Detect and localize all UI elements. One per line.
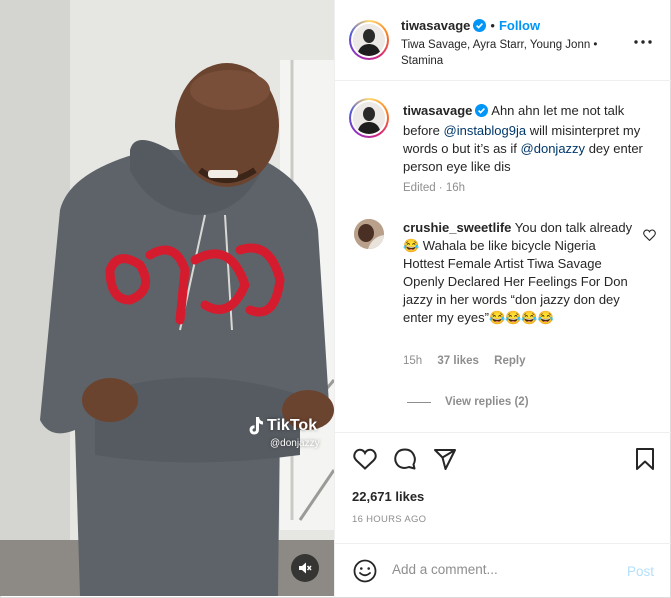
video-frame (0, 0, 334, 596)
post-actions (335, 440, 671, 480)
caption-username[interactable]: tiwasavage (403, 103, 472, 118)
caption-edited-time: Edited · 16h (403, 182, 466, 194)
like-button[interactable] (352, 446, 378, 472)
post-timestamp[interactable]: 16 HOURS AGO (352, 514, 426, 525)
comment-like-button[interactable] (643, 228, 656, 246)
section-divider (335, 432, 671, 433)
comment-body: You don talk already😂 Wahala be like bic… (403, 220, 633, 325)
tiktok-logo-icon (249, 417, 263, 435)
comment-time: 15h (403, 355, 423, 367)
author-avatar[interactable] (349, 20, 389, 60)
view-replies-row[interactable]: View replies (2) (407, 396, 529, 408)
author-username[interactable]: tiwasavage (401, 18, 470, 33)
post-comment-button[interactable]: Post (627, 564, 654, 579)
share-button[interactable] (432, 446, 458, 472)
more-options-button[interactable] (631, 30, 655, 54)
tiktok-watermark: TikTok @donjazzy (246, 416, 320, 449)
verified-badge-icon (475, 104, 489, 122)
replies-divider-line (407, 401, 431, 403)
follow-button[interactable]: Follow (499, 18, 540, 33)
mention-link[interactable]: @instablog9ja (444, 123, 527, 138)
verified-badge-icon (473, 19, 487, 37)
bookmark-icon (636, 448, 654, 470)
view-replies-button[interactable]: View replies (2) (445, 396, 529, 408)
save-button[interactable] (632, 446, 658, 472)
speaker-muted-icon (299, 562, 312, 574)
tiktok-brand-text: TikTok (267, 417, 318, 434)
likes-count[interactable]: 22,671 likes (352, 489, 424, 504)
post-details-panel: tiwasavage • Follow Tiwa Savage, Ayra Star… (334, 0, 671, 597)
mute-button[interactable] (291, 554, 319, 582)
header-separator: • (490, 18, 495, 33)
post-video[interactable]: TikTok @donjazzy (0, 0, 334, 596)
caption-avatar[interactable] (349, 98, 389, 138)
reply-button[interactable]: Reply (494, 355, 525, 367)
audio-line[interactable]: Tiwa Savage, Ayra Starr, Young Jonn • St… (401, 37, 601, 69)
comment-meta: 15h 37 likes Reply (403, 355, 526, 367)
mention-link[interactable]: @donjazzy (521, 141, 586, 156)
avatar-image (353, 102, 385, 134)
comment-icon (394, 448, 416, 470)
share-icon (434, 449, 456, 470)
heart-icon (353, 448, 377, 470)
comments-list[interactable]: tiwasavage Ahn ahn let me not talk befor… (335, 82, 671, 430)
avatar-image (354, 219, 384, 249)
add-comment-bar: Post (335, 543, 671, 597)
post-header: tiwasavage • Follow Tiwa Savage, Ayra Star… (335, 0, 671, 81)
emoji-icon (353, 559, 377, 583)
commenter-avatar[interactable] (354, 219, 384, 249)
commenter-username[interactable]: crushie_sweetlife (403, 220, 511, 235)
comment-text: crushie_sweetlife You don talk already😂 … (403, 219, 639, 327)
comment-input[interactable] (392, 562, 612, 577)
comment-button[interactable] (392, 446, 418, 472)
more-options-icon (634, 40, 652, 44)
header-title-row: tiwasavage • Follow (401, 17, 540, 37)
avatar-image (353, 24, 385, 56)
comment-likes-count[interactable]: 37 likes (437, 355, 479, 367)
caption-text: tiwasavage Ahn ahn let me not talk befor… (403, 102, 651, 176)
heart-icon (643, 229, 656, 242)
emoji-button[interactable] (352, 558, 378, 584)
tiktok-handle: @donjazzy (270, 438, 320, 449)
